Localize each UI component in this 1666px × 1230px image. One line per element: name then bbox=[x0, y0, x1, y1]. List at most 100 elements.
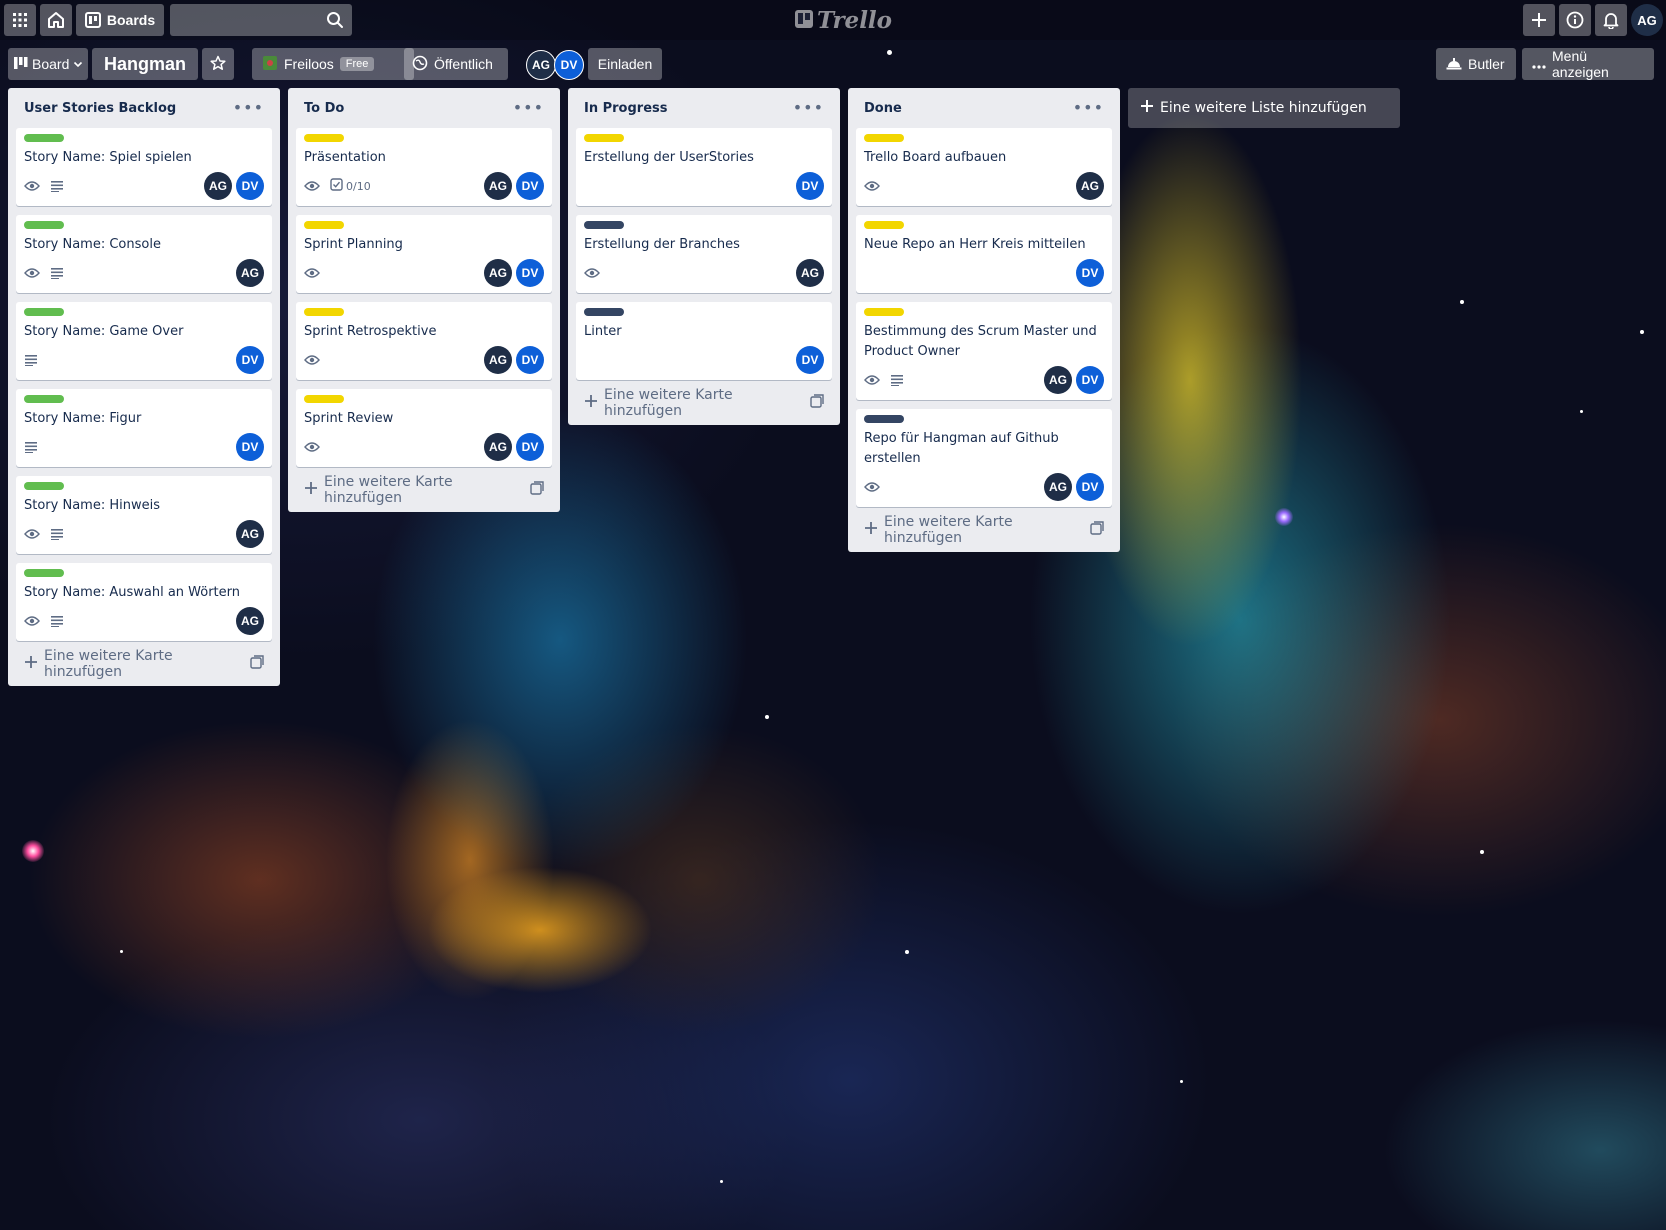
card-label[interactable] bbox=[24, 308, 64, 316]
card-label[interactable] bbox=[24, 134, 64, 142]
card-member-avatar[interactable]: DV bbox=[236, 172, 264, 200]
card-member-avatar[interactable]: AG bbox=[236, 607, 264, 635]
search-icon[interactable] bbox=[326, 11, 344, 33]
list-menu-icon[interactable]: ••• bbox=[513, 100, 544, 116]
butler-button[interactable]: Butler bbox=[1436, 48, 1516, 80]
boards-button[interactable]: Boards bbox=[76, 4, 164, 36]
list-menu-icon[interactable]: ••• bbox=[793, 100, 824, 116]
add-card-button[interactable]: Eine weitere Karte hinzufügen bbox=[576, 387, 832, 419]
card-member-avatar[interactable]: AG bbox=[204, 172, 232, 200]
card[interactable]: Story Name: Figur DV bbox=[16, 389, 272, 467]
card-member-avatar[interactable]: DV bbox=[796, 172, 824, 200]
list-header[interactable]: In Progress ••• bbox=[576, 88, 832, 128]
card-label[interactable] bbox=[304, 134, 344, 142]
card[interactable]: Erstellung der Branches AG bbox=[576, 215, 832, 293]
card-member-avatar[interactable]: DV bbox=[1076, 259, 1104, 287]
user-avatar[interactable]: AG bbox=[1631, 4, 1663, 36]
card[interactable]: Trello Board aufbauen AG bbox=[856, 128, 1112, 206]
card-badges bbox=[304, 267, 320, 279]
card-member-avatar[interactable]: DV bbox=[516, 259, 544, 287]
card[interactable]: Story Name: Game Over DV bbox=[16, 302, 272, 380]
card[interactable]: Story Name: Hinweis AG bbox=[16, 476, 272, 554]
board-view-switcher[interactable]: Board bbox=[8, 48, 88, 80]
list-header[interactable]: User Stories Backlog ••• bbox=[16, 88, 272, 128]
card-label[interactable] bbox=[24, 482, 64, 490]
card[interactable]: Repo für Hangman auf Github erstellen AG D… bbox=[856, 409, 1112, 507]
card[interactable]: Sprint Retrospektive AG DV bbox=[296, 302, 552, 380]
card-member-avatar[interactable]: AG bbox=[484, 346, 512, 374]
card-member-avatar[interactable]: AG bbox=[796, 259, 824, 287]
card-member-avatar[interactable]: AG bbox=[1044, 473, 1072, 501]
card[interactable]: Story Name: Spiel spielen AG DV bbox=[16, 128, 272, 206]
card-member-avatar[interactable]: AG bbox=[236, 259, 264, 287]
list-header[interactable]: To Do ••• bbox=[296, 88, 552, 128]
card-template-icon[interactable] bbox=[1090, 521, 1104, 539]
list-menu-icon[interactable]: ••• bbox=[1073, 100, 1104, 116]
card-member-avatar[interactable]: DV bbox=[236, 346, 264, 374]
card-member-avatar[interactable]: AG bbox=[484, 433, 512, 461]
card-template-icon[interactable] bbox=[530, 481, 544, 499]
card[interactable]: Story Name: Auswahl an Wörtern AG bbox=[16, 563, 272, 641]
card-member-avatar[interactable]: AG bbox=[1044, 366, 1072, 394]
card[interactable]: Sprint Planning AG DV bbox=[296, 215, 552, 293]
home-button[interactable] bbox=[40, 4, 72, 36]
create-button[interactable] bbox=[1523, 4, 1555, 36]
card-label[interactable] bbox=[864, 134, 904, 142]
card-member-avatar[interactable]: AG bbox=[484, 259, 512, 287]
card-member-avatar[interactable]: DV bbox=[516, 172, 544, 200]
card-member-avatar[interactable]: DV bbox=[236, 433, 264, 461]
member-avatar[interactable]: DV bbox=[554, 50, 584, 80]
card-template-icon[interactable] bbox=[810, 394, 824, 412]
card-label[interactable] bbox=[864, 415, 904, 423]
add-list-button[interactable]: Eine weitere Liste hinzufügen bbox=[1128, 88, 1400, 128]
workspace-button[interactable]: Freiloos Free bbox=[252, 48, 414, 80]
card-member-avatar[interactable]: DV bbox=[1076, 366, 1104, 394]
list-header[interactable]: Done ••• bbox=[856, 88, 1112, 128]
card-member-avatar[interactable]: DV bbox=[516, 346, 544, 374]
list-menu-icon[interactable]: ••• bbox=[233, 100, 264, 116]
card-member-avatar[interactable]: DV bbox=[796, 346, 824, 374]
card-label[interactable] bbox=[584, 221, 624, 229]
card-label[interactable] bbox=[24, 395, 64, 403]
show-menu-button[interactable]: Menü anzeigen bbox=[1522, 48, 1654, 80]
card-template-icon[interactable] bbox=[250, 655, 264, 673]
board-title[interactable]: Hangman bbox=[92, 48, 199, 80]
list-title[interactable]: In Progress bbox=[584, 101, 668, 116]
member-avatar[interactable]: AG bbox=[526, 50, 556, 80]
notifications-button[interactable] bbox=[1595, 4, 1627, 36]
trello-logo[interactable]: Trello bbox=[795, 6, 892, 34]
card-label[interactable] bbox=[584, 134, 624, 142]
card[interactable]: Story Name: Console AG bbox=[16, 215, 272, 293]
card[interactable]: Erstellung der UserStories DV bbox=[576, 128, 832, 206]
info-button[interactable] bbox=[1559, 4, 1591, 36]
list-title[interactable]: Done bbox=[864, 101, 902, 116]
visibility-button[interactable]: Öffentlich bbox=[404, 48, 508, 80]
card[interactable]: Neue Repo an Herr Kreis mitteilen DV bbox=[856, 215, 1112, 293]
search-input[interactable] bbox=[170, 4, 332, 36]
card-label[interactable] bbox=[304, 221, 344, 229]
apps-button[interactable] bbox=[4, 4, 36, 36]
invite-button[interactable]: Einladen bbox=[588, 48, 662, 80]
star-button[interactable] bbox=[202, 48, 234, 80]
card-member-avatar[interactable]: AG bbox=[484, 172, 512, 200]
add-card-button[interactable]: Eine weitere Karte hinzufügen bbox=[856, 514, 1112, 546]
add-card-button[interactable]: Eine weitere Karte hinzufügen bbox=[16, 648, 272, 680]
card-label[interactable] bbox=[24, 569, 64, 577]
card-member-avatar[interactable]: DV bbox=[1076, 473, 1104, 501]
card-label[interactable] bbox=[24, 221, 64, 229]
card-member-avatar[interactable]: AG bbox=[1076, 172, 1104, 200]
card-member-avatar[interactable]: AG bbox=[236, 520, 264, 548]
card[interactable]: Präsentation 0/10 AG DV bbox=[296, 128, 552, 206]
card-label[interactable] bbox=[864, 221, 904, 229]
card-label[interactable] bbox=[864, 308, 904, 316]
add-card-button[interactable]: Eine weitere Karte hinzufügen bbox=[296, 474, 552, 506]
card-label[interactable] bbox=[304, 395, 344, 403]
card-label[interactable] bbox=[304, 308, 344, 316]
card[interactable]: Bestimmung des Scrum Master und Product … bbox=[856, 302, 1112, 400]
list-title[interactable]: To Do bbox=[304, 101, 344, 116]
card[interactable]: Linter DV bbox=[576, 302, 832, 380]
list-title[interactable]: User Stories Backlog bbox=[24, 101, 176, 116]
card[interactable]: Sprint Review AG DV bbox=[296, 389, 552, 467]
card-member-avatar[interactable]: DV bbox=[516, 433, 544, 461]
card-label[interactable] bbox=[584, 308, 624, 316]
